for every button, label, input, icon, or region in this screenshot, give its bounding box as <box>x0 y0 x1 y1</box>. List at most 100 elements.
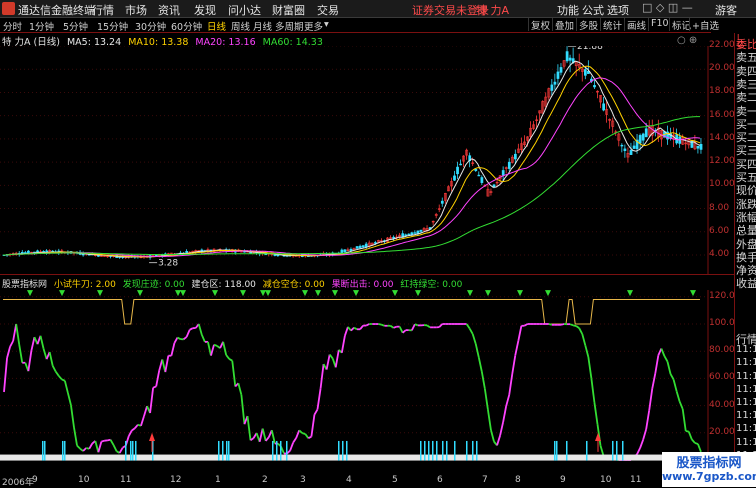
window-controls[interactable]: □ ◇ ◫ — <box>642 1 693 14</box>
oscillator-segment <box>330 355 333 359</box>
oscillator-segment <box>674 379 677 391</box>
candle-body <box>453 176 455 180</box>
cyan-signal-bar <box>476 441 478 461</box>
sell-arrow-icon <box>260 290 266 296</box>
menu-gongneng[interactable]: 功能 <box>557 2 579 18</box>
oscillator-segment <box>114 445 117 451</box>
date-tick: 6 <box>437 475 443 485</box>
date-tick: 7 <box>482 475 488 485</box>
sell-arrow-icon <box>175 290 181 296</box>
date-tick: 8 <box>515 475 521 485</box>
period-tab-60min[interactable]: 60分钟 <box>171 19 202 33</box>
cyan-signal-bar <box>472 441 474 461</box>
sell-arrow-icon <box>180 290 186 296</box>
oscillator-segment <box>646 410 649 429</box>
oscillator-segment <box>427 325 430 327</box>
menu-caifuquan[interactable]: 财富圈 <box>272 2 305 18</box>
menu-wenxiaoda[interactable]: 问小达 <box>228 2 261 18</box>
oscillator-segment <box>515 341 518 355</box>
toolbar-add-watchlist-button[interactable]: +自选 <box>689 18 721 31</box>
cyan-signal-bar <box>554 441 556 461</box>
period-tab-15min[interactable]: 15分钟 <box>97 19 128 33</box>
guest-label[interactable]: 游客 <box>715 2 737 18</box>
oscillator-segment <box>28 351 31 371</box>
period-tab-1min[interactable]: 1分钟 <box>29 19 54 33</box>
oscillator-segment <box>570 324 573 325</box>
oscillator-segment <box>314 409 317 414</box>
toolbar-huaxian-button[interactable]: 画线 <box>624 18 648 31</box>
candle-body <box>566 52 568 61</box>
menu-xuanxiang[interactable]: 选项 <box>607 2 629 18</box>
menu-zixun[interactable]: 资讯 <box>158 2 180 18</box>
cyan-signal-bar <box>342 441 344 461</box>
period-tab-30min[interactable]: 30分钟 <box>135 19 166 33</box>
oscillator-segment <box>120 448 123 453</box>
oscillator-segment <box>467 324 470 329</box>
oscillator-segment <box>44 349 47 359</box>
oscillator-segment <box>594 403 597 425</box>
sell-arrow-icon <box>415 290 421 296</box>
oscillator-segment <box>111 440 114 445</box>
period-tab-more[interactable]: 更多 <box>304 19 323 33</box>
cyan-signal-bar <box>132 441 134 461</box>
app-logo-icon <box>2 2 15 15</box>
toolbar-f10-button[interactable]: F10 <box>648 18 671 31</box>
chart-settings-icon[interactable]: ○ ⊕ <box>677 35 697 46</box>
cyan-signal-bar <box>622 441 624 461</box>
period-tab-daily[interactable]: 日线 <box>207 19 226 33</box>
sell-arrow-icon <box>212 290 218 296</box>
menu-shichang[interactable]: 市场 <box>125 2 147 18</box>
sell-arrow-icon <box>467 290 473 296</box>
toolbar-fuquan-button[interactable]: 复权 <box>528 18 552 31</box>
candle-body <box>700 144 702 149</box>
cyan-signal-bar <box>432 441 434 461</box>
candle-body <box>551 85 553 91</box>
menu-jiaoyi[interactable]: 交易 <box>317 2 339 18</box>
kline-chart[interactable]: 21.883.28 <box>0 46 734 274</box>
oscillator-segment <box>394 327 397 328</box>
indicator-name[interactable]: 股票指标网 <box>2 280 47 290</box>
period-tab-fenshi[interactable]: 分时 <box>3 19 22 33</box>
oscillator-segment <box>403 330 406 333</box>
toolbar-diejia-button[interactable]: 叠加 <box>552 18 576 31</box>
oscillator-segment <box>479 357 482 371</box>
menu-hangqing[interactable]: 行情 <box>92 2 114 18</box>
price-tick: 22.00 <box>709 40 735 50</box>
oscillator-segment <box>302 433 305 434</box>
oscillator-segment <box>153 386 156 387</box>
period-tab-weekly[interactable]: 周线 <box>231 19 250 33</box>
oscillator-segment <box>199 324 202 335</box>
chevron-down-icon[interactable]: ▾ <box>324 19 329 30</box>
toolbar-duogu-button[interactable]: 多股 <box>576 18 600 31</box>
oscillator-segment <box>652 373 655 388</box>
oscillator-segment <box>229 359 232 361</box>
menu-gongshi[interactable]: 公式 <box>582 2 604 18</box>
indicator-chart[interactable] <box>0 290 734 474</box>
date-tick: 1 <box>215 475 221 485</box>
oscillator-segment <box>579 328 582 334</box>
cyan-signal-bar <box>276 441 278 461</box>
candle-body <box>593 85 595 87</box>
oscillator-segment <box>98 442 101 453</box>
date-tick: 10 <box>600 475 611 485</box>
oscillator-segment <box>415 324 418 325</box>
period-tab-monthly[interactable]: 月线 <box>253 19 272 33</box>
candle-body <box>475 169 477 170</box>
period-tab-multi[interactable]: 多周期 <box>275 19 304 33</box>
candle-body <box>630 150 632 154</box>
oscillator-segment <box>10 341 13 347</box>
oscillator-segment <box>345 327 348 336</box>
menu-faxian[interactable]: 发现 <box>194 2 216 18</box>
date-tick: 11 <box>630 475 641 485</box>
date-tick: 9 <box>32 475 38 485</box>
period-tab-5min[interactable]: 5分钟 <box>63 19 88 33</box>
date-tick: 2 <box>262 475 268 485</box>
toolbar-tongji-button[interactable]: 统计 <box>600 18 624 31</box>
oscillator-segment <box>482 372 485 389</box>
price-tick: 16.00 <box>709 110 735 120</box>
cyan-signal-bar <box>130 441 132 461</box>
ma5-line <box>3 61 700 257</box>
oscillator-segment <box>293 438 296 443</box>
oscillator-segment <box>317 389 320 410</box>
oscillator-segment <box>351 328 354 331</box>
